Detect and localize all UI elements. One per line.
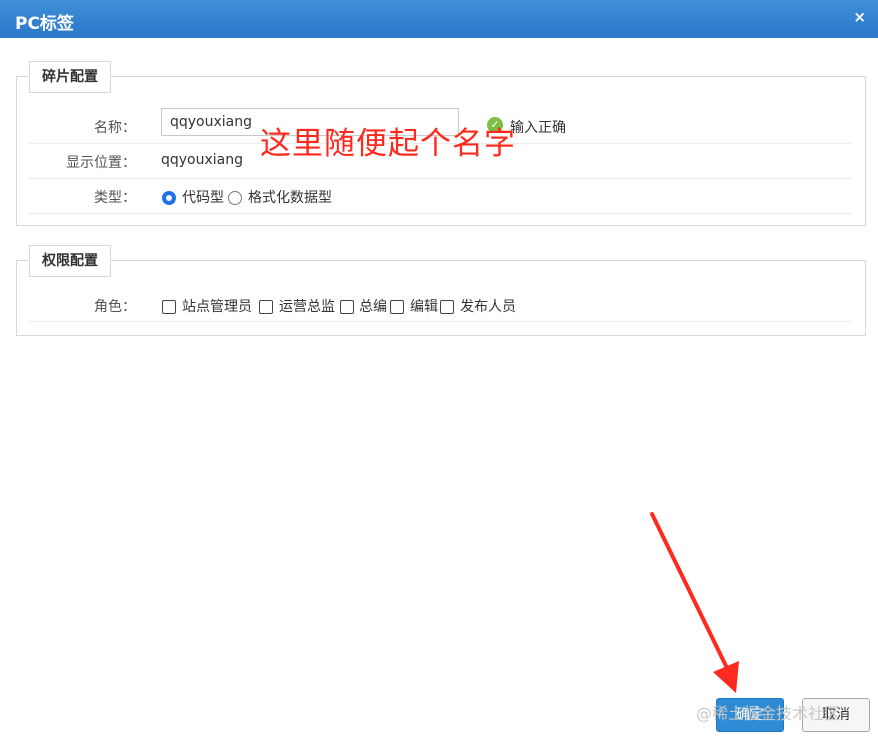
annotation-arrow-icon — [650, 512, 739, 693]
watermark: @稀土掘金技术社区 — [696, 704, 841, 723]
